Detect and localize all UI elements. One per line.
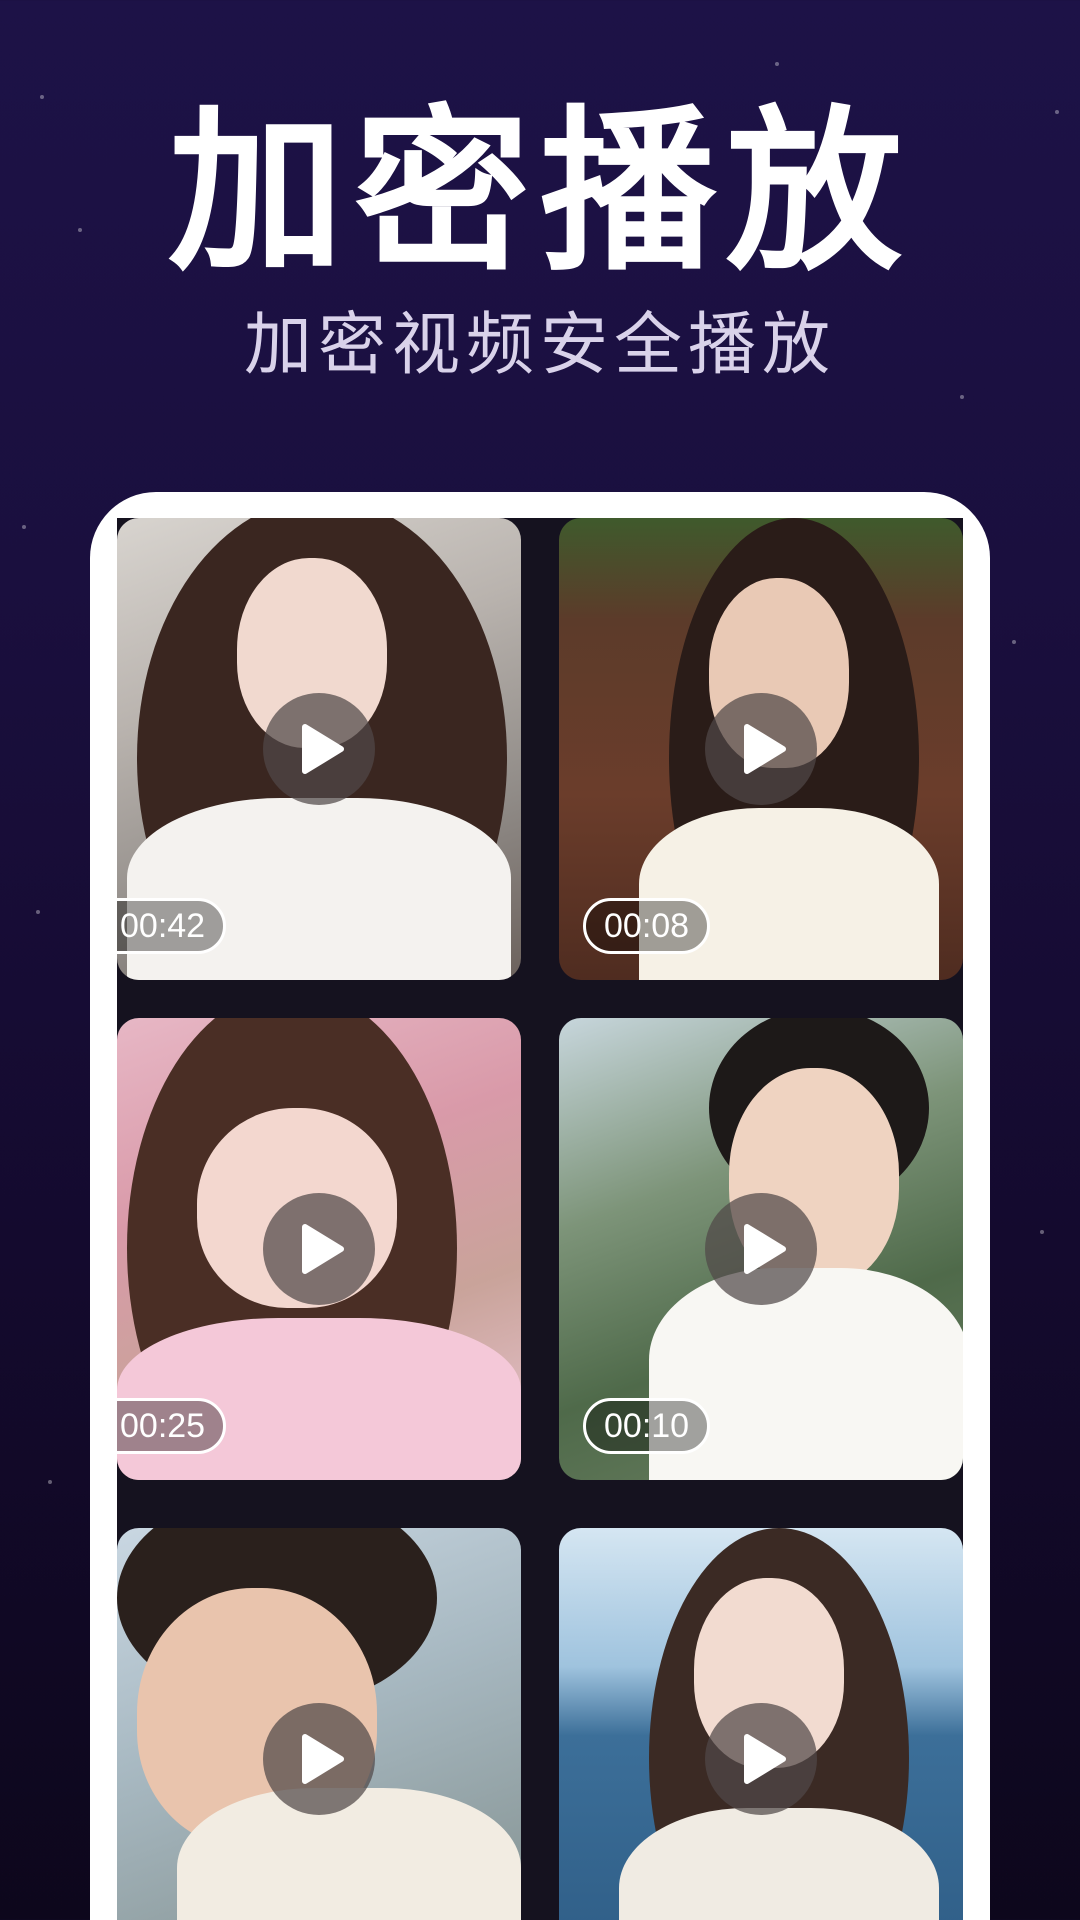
thumbnail-figure	[619, 1808, 939, 1920]
video-card[interactable]: 00:25	[117, 1018, 521, 1480]
star-decoration	[22, 525, 26, 529]
headline-title: 加密播放	[167, 90, 912, 295]
video-card[interactable]	[559, 1528, 963, 1920]
subheadline: 加密视频安全播放	[243, 306, 836, 385]
play-button[interactable]	[263, 693, 375, 805]
star-decoration	[1012, 640, 1016, 644]
thumbnail-figure	[639, 808, 939, 980]
play-icon	[744, 1734, 786, 1784]
duration-badge: 00:25	[117, 1398, 227, 1454]
play-icon	[302, 1224, 344, 1274]
duration-badge: 00:42	[117, 898, 227, 954]
duration-badge: 00:10	[583, 1398, 711, 1454]
play-icon	[744, 1224, 786, 1274]
video-grid: 00:42 00:08 00:25 00:10	[117, 518, 963, 1920]
play-icon	[302, 724, 344, 774]
video-card[interactable]	[117, 1528, 521, 1920]
play-button[interactable]	[705, 1193, 817, 1305]
star-decoration	[48, 1480, 52, 1484]
star-decoration	[40, 95, 44, 99]
duration-badge: 00:08	[583, 898, 711, 954]
play-button[interactable]	[705, 1703, 817, 1815]
star-decoration	[775, 62, 779, 66]
thumbnail-figure	[177, 1788, 521, 1920]
play-icon	[302, 1734, 344, 1784]
play-icon	[744, 724, 786, 774]
play-button[interactable]	[263, 1193, 375, 1305]
video-card[interactable]: 00:08	[559, 518, 963, 980]
star-decoration	[1040, 1230, 1044, 1234]
play-button[interactable]	[263, 1703, 375, 1815]
play-button[interactable]	[705, 693, 817, 805]
star-decoration	[36, 910, 40, 914]
video-card[interactable]: 00:42	[117, 518, 521, 980]
video-card[interactable]: 00:10	[559, 1018, 963, 1480]
star-decoration	[960, 395, 964, 399]
